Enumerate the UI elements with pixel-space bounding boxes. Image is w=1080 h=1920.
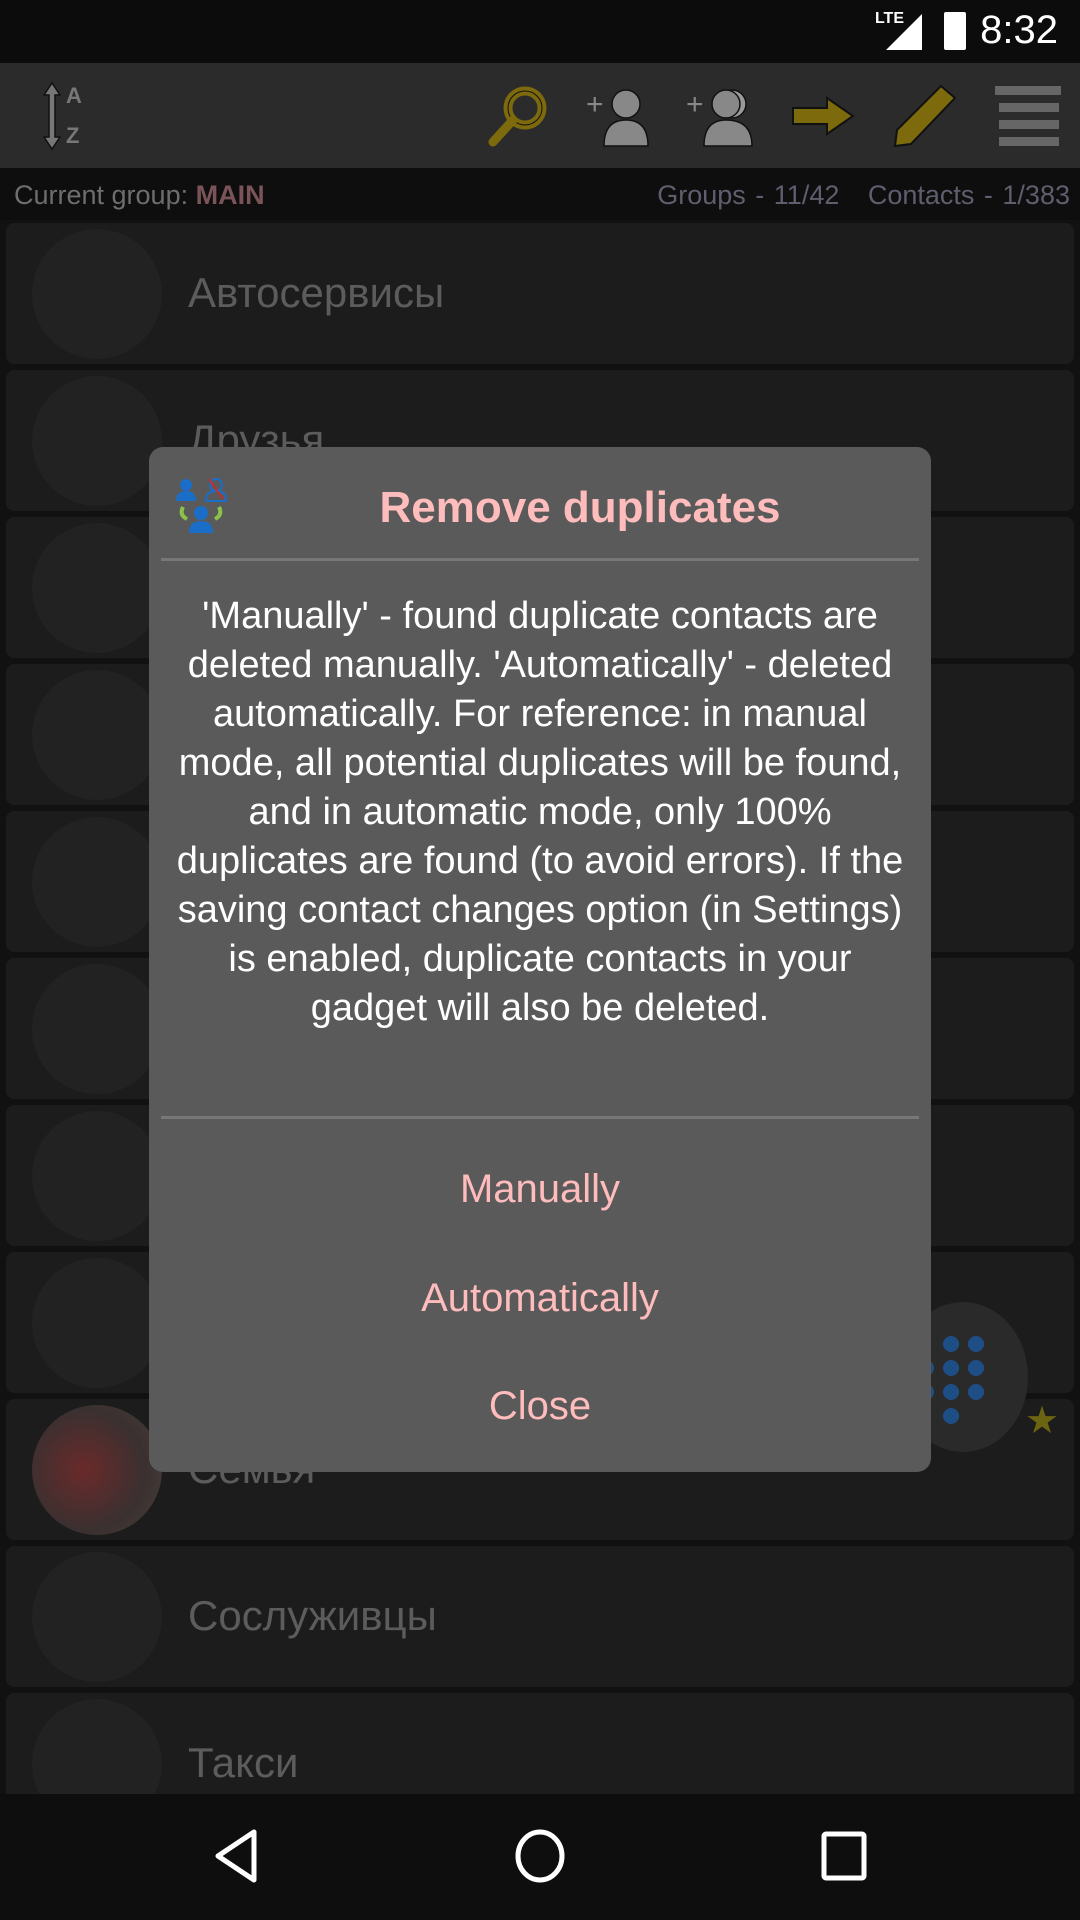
current-group: Current group: MAIN [14,180,265,210]
sort-z-label: Z [66,123,80,148]
group-row[interactable]: Автосервисы [6,223,1074,364]
automatically-button[interactable]: Automatically [149,1248,931,1348]
group-avatar [32,817,162,947]
status-bar: LTE 8:32 [0,0,1080,63]
close-button[interactable]: Close [149,1356,931,1456]
divider [161,558,919,561]
current-group-name: MAIN [195,180,265,210]
back-icon[interactable] [212,1828,260,1884]
home-icon[interactable] [513,1828,567,1884]
group-name: Автосервисы [188,269,445,316]
dialpad-dot [943,1408,959,1424]
group-avatar [32,1405,162,1535]
group-avatar [32,376,162,506]
star-icon: ★ [1025,1400,1060,1442]
dialpad-dot [968,1336,984,1352]
menu-icon[interactable] [994,81,1062,151]
add-contact-icon[interactable]: + [584,81,658,151]
group-avatar [32,229,162,359]
group-avatar [32,1111,162,1241]
search-icon[interactable] [484,81,554,151]
group-avatar [32,1552,162,1682]
group-name: Сослуживцы [188,1592,437,1639]
svg-text:+: + [686,88,704,121]
remove-duplicates-dialog: Remove duplicates 'Manually' - found dup… [149,447,931,1472]
group-name: Такси [188,1739,299,1786]
move-arrow-icon[interactable] [790,81,856,151]
counts: Groups - 11/42 Contacts - 1/383 [657,180,1070,211]
signal-icon [886,14,922,50]
dialog-title: Remove duplicates [379,483,781,532]
toolbar: AZ + + [0,63,1080,168]
dialog-message: 'Manually' - found duplicate contacts ar… [176,595,904,1029]
dialpad-dot [968,1384,984,1400]
manually-button[interactable]: Manually [149,1139,931,1239]
sort-a-label: A [66,83,82,108]
group-avatar [32,670,162,800]
add-group-icon[interactable]: + [684,81,760,151]
info-bar: Current group: MAIN Groups - 11/42 Conta… [0,168,1080,220]
recents-icon[interactable] [820,1830,868,1882]
divider [161,1116,919,1119]
group-avatar [32,523,162,653]
clock: 8:32 [980,8,1058,52]
dialpad-dot [943,1384,959,1400]
edit-pencil-icon[interactable] [892,81,958,151]
sort-az-icon[interactable]: AZ [32,81,92,151]
battery-charging-icon [944,12,966,50]
dialpad-dot [968,1360,984,1376]
group-row[interactable]: Сослуживцы [6,1546,1074,1687]
group-avatar [32,1258,162,1388]
contacts-count: Contacts - 1/383 [867,180,1070,210]
svg-text:+: + [586,88,604,121]
dialpad-dot [943,1336,959,1352]
navigation-bar [0,1794,1080,1920]
group-avatar [32,964,162,1094]
groups-count: Groups - 11/42 [657,180,840,210]
dialpad-dot [943,1360,959,1376]
